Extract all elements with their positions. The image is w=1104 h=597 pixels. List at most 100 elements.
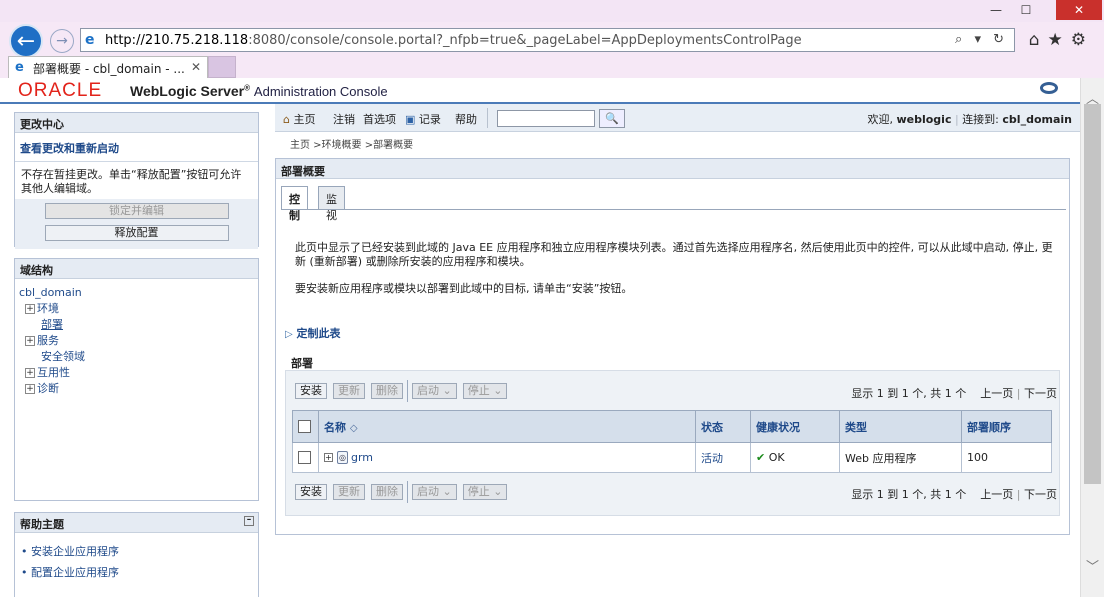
column-header-order[interactable]: 部署顺序 (961, 410, 1052, 443)
next-page-link[interactable]: 下一页 (1024, 387, 1057, 400)
install-button[interactable]: 安装 (295, 484, 327, 500)
delete-button[interactable]: 删除 (371, 484, 403, 500)
help-topic-label: 配置企业应用程序 (31, 566, 119, 579)
stop-dropdown[interactable]: 停止 ⌄ (462, 383, 508, 399)
description-paragraph: 此页中显示了已经安装到此域的 Java EE 应用程序和独立应用程序模块列表。通… (295, 241, 1053, 268)
expand-icon[interactable]: + (25, 336, 35, 346)
expand-icon[interactable]: + (324, 453, 333, 463)
logout-link[interactable]: 注销 (333, 111, 355, 127)
column-header-health[interactable]: 健康状况 (750, 410, 840, 443)
tree-item-deployments[interactable]: 部署 (19, 317, 254, 333)
action-divider (407, 380, 408, 402)
row-checkbox[interactable] (298, 451, 311, 465)
new-tab-button[interactable] (208, 56, 236, 78)
minimize-button[interactable]: — (982, 0, 1010, 20)
home-label: 主页 (293, 113, 316, 126)
tree-item-services[interactable]: + 服务 (19, 333, 254, 349)
sort-ascending-icon[interactable]: ◇ (350, 423, 358, 434)
preferences-link[interactable]: 首选项 (363, 111, 396, 127)
help-topics-title: 帮助主题 (20, 518, 64, 531)
forward-button[interactable]: → (50, 29, 74, 53)
stop-dropdown[interactable]: 停止 ⌄ (462, 484, 508, 500)
install-instruction: 要安装新应用程序或模块以部署到此域中的目标, 请单击“安装”按钮。 (295, 282, 633, 295)
console-header: ORACLE WebLogic Server® Administration C… (0, 78, 1080, 104)
lock-and-edit-button[interactable]: 锁定并编辑 (44, 203, 229, 219)
chevron-down-icon: ⌄ (442, 485, 452, 498)
domain-structure-title: 域结构 (15, 259, 258, 279)
table-action-bar-top: 安装 更新 删除 启动 ⌄ 停止 ⌄ (295, 380, 513, 402)
home-link[interactable]: ⌂ 主页 (283, 111, 315, 127)
cell-order: 100 (961, 442, 1052, 473)
tree-item-label: 诊断 (37, 382, 59, 395)
start-dropdown[interactable]: 启动 ⌄ (412, 383, 457, 399)
domain-name: cbl_domain (1002, 113, 1072, 126)
column-header-name[interactable]: 名称 ◇ (318, 410, 696, 443)
address-tools[interactable]: ⌕ ▾ ↻ (955, 32, 1008, 47)
expand-icon[interactable]: + (25, 304, 35, 314)
browser-tab[interactable]: e 部署概要 - cbl_domain - ... ✕ (8, 56, 208, 78)
cell-health: ✔ OK (750, 442, 840, 473)
address-bar[interactable]: e http://210.75.218.118:8080/console/con… (80, 28, 1015, 52)
update-button[interactable]: 更新 (333, 484, 365, 500)
app-name-link[interactable]: grm (351, 451, 373, 464)
tab-monitoring[interactable]: 监视 (318, 186, 345, 222)
help-topic-item[interactable]: • 配置企业应用程序 (21, 562, 252, 583)
home-favorites-settings-icons[interactable]: ⌂★⚙ (1029, 30, 1094, 50)
check-icon: ✔ (756, 451, 766, 464)
tab-underline (281, 209, 1066, 210)
tree-root-domain[interactable]: cbl_domain (19, 285, 254, 301)
tree-item-label: 环境 (37, 302, 59, 315)
change-center-title: 更改中心 (15, 113, 258, 133)
tab-close-icon[interactable]: ✕ (191, 60, 201, 74)
collapse-icon[interactable]: – (244, 516, 254, 526)
change-center-buttons: 锁定并编辑 释放配置 (15, 199, 258, 249)
change-center-message: 不存在暂挂更改。单击“释放配置”按钮可允许其他人编辑域。 (21, 168, 242, 195)
window-titlebar: — ☐ ✕ (0, 0, 1104, 22)
prev-page-link[interactable]: 上一页 (980, 488, 1013, 501)
tree-item-diagnostics[interactable]: + 诊断 (19, 381, 254, 397)
back-button[interactable]: ← (9, 24, 43, 58)
update-button[interactable]: 更新 (333, 383, 365, 399)
maximize-button[interactable]: ☐ (1012, 0, 1040, 20)
scrollbar-thumb[interactable] (1084, 104, 1101, 484)
breadcrumb[interactable]: 主页 >环境概要 >部署概要 (290, 136, 413, 151)
select-all-checkbox[interactable] (298, 420, 311, 434)
address-url[interactable]: http://210.75.218.118:8080/console/conso… (105, 33, 802, 48)
search-button[interactable]: 🔍 (599, 109, 625, 128)
deployments-table-container: 安装 更新 删除 启动 ⌄ 停止 ⌄ 显示 1 到 1 个, 共 1 个 上一页 | 下… (285, 370, 1060, 516)
start-label: 启动 (417, 384, 439, 397)
close-window-button[interactable]: ✕ (1056, 0, 1102, 20)
expand-icon[interactable]: + (25, 368, 35, 378)
release-config-button[interactable]: 释放配置 (44, 225, 229, 241)
help-topic-item[interactable]: • 安装企业应用程序 (21, 541, 252, 562)
delete-button[interactable]: 删除 (371, 383, 403, 399)
column-header-type[interactable]: 类型 (839, 410, 962, 443)
web-app-icon: ◎ (337, 451, 348, 465)
vertical-scrollbar[interactable]: ︿ ﹀ (1080, 78, 1104, 597)
help-link[interactable]: 帮助 (455, 111, 477, 127)
tree-item-environment[interactable]: + 环境 (19, 301, 254, 317)
product-subtitle: Administration Console (253, 84, 388, 99)
view-changes-link[interactable]: 查看更改和重新启动 (15, 133, 258, 162)
record-link[interactable]: ▣ 记录 (405, 111, 441, 127)
next-page-link[interactable]: 下一页 (1024, 488, 1057, 501)
search-input[interactable] (497, 110, 595, 127)
tree-item-interoperability[interactable]: + 互用性 (19, 365, 254, 381)
tab-control[interactable]: 控制 (281, 186, 308, 222)
health-label: OK (768, 451, 785, 464)
start-dropdown[interactable]: 启动 ⌄ (412, 484, 457, 500)
tree-item-security-realms[interactable]: 安全领域 (19, 349, 254, 365)
browser-tabbar: e 部署概要 - cbl_domain - ... ✕ (0, 56, 1104, 78)
column-header-state[interactable]: 状态 (695, 410, 751, 443)
stop-label: 停止 (467, 485, 490, 498)
expand-icon[interactable]: + (25, 384, 35, 394)
welcome-status: 欢迎, weblogic | 连接到: cbl_domain (867, 111, 1072, 127)
domain-tree: cbl_domain + 环境 部署 + 服务 安全领域 + 互用性 + 诊断 (15, 279, 258, 403)
expand-triangle-icon: ▷ (285, 329, 293, 340)
prev-page-link[interactable]: 上一页 (980, 387, 1013, 400)
install-button[interactable]: 安装 (295, 383, 327, 399)
cell-state[interactable]: 活动 (695, 442, 751, 473)
customize-table-link[interactable]: ▷ 定制此表 (285, 325, 341, 341)
pager-separator: | (1016, 387, 1021, 400)
scroll-down-icon[interactable]: ﹀ (1086, 556, 1099, 575)
